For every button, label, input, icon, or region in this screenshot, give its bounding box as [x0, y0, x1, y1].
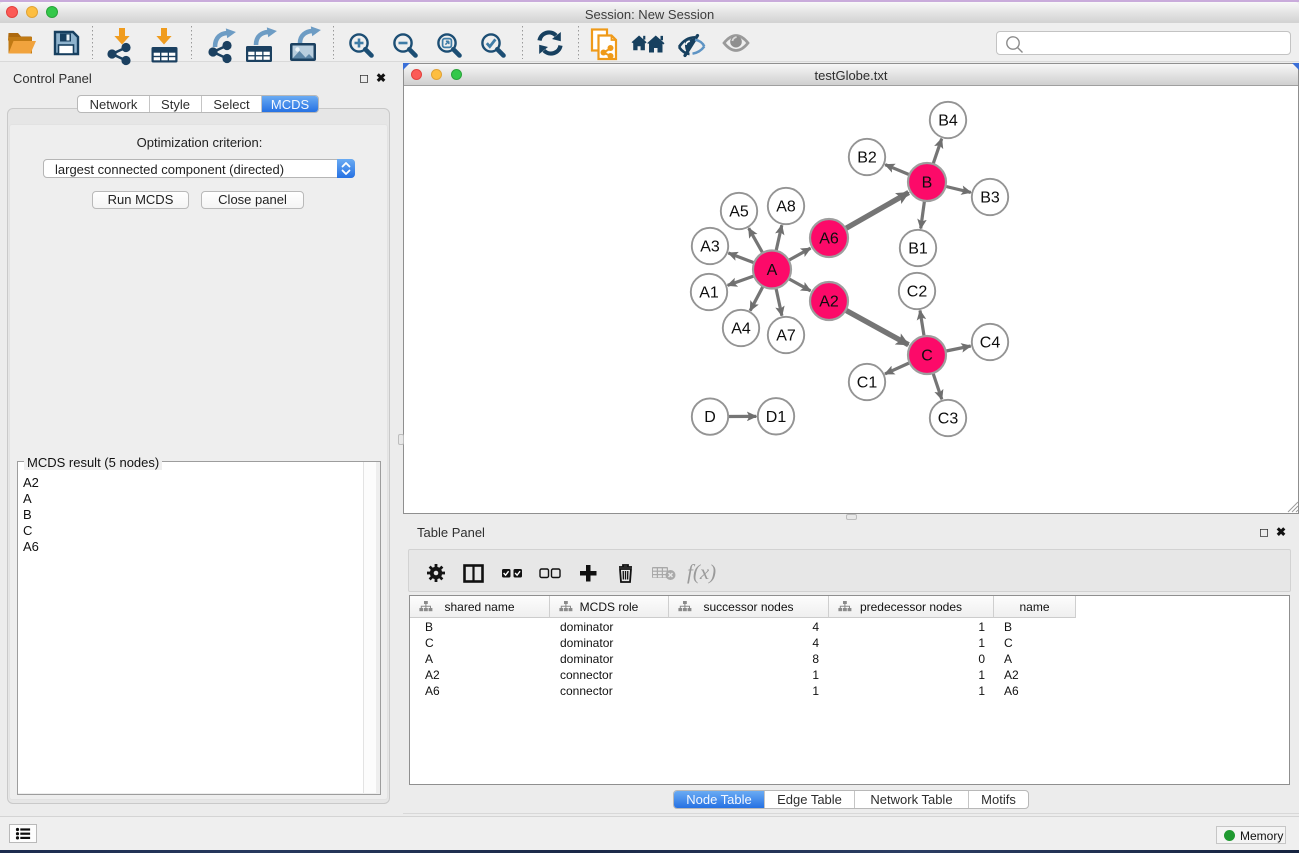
svg-text:B4: B4 [938, 113, 958, 130]
svg-text:B: B [922, 175, 933, 192]
svg-text:A8: A8 [776, 199, 796, 216]
svg-text:D: D [704, 409, 716, 426]
svg-text:C4: C4 [980, 335, 1001, 352]
svg-text:C: C [921, 348, 933, 365]
svg-text:B3: B3 [980, 190, 1000, 207]
svg-text:C1: C1 [857, 375, 878, 392]
svg-text:A1: A1 [699, 285, 719, 302]
svg-text:A5: A5 [729, 204, 749, 221]
svg-text:A7: A7 [776, 328, 796, 345]
svg-text:B2: B2 [857, 150, 877, 167]
svg-text:B1: B1 [908, 241, 928, 258]
svg-text:A3: A3 [700, 239, 720, 256]
svg-text:A: A [767, 262, 778, 279]
svg-text:A6: A6 [819, 231, 839, 248]
svg-text:A4: A4 [731, 321, 751, 338]
svg-text:D1: D1 [766, 409, 787, 426]
svg-text:A2: A2 [819, 294, 839, 311]
svg-text:C2: C2 [907, 284, 928, 301]
svg-text:C3: C3 [938, 411, 959, 428]
